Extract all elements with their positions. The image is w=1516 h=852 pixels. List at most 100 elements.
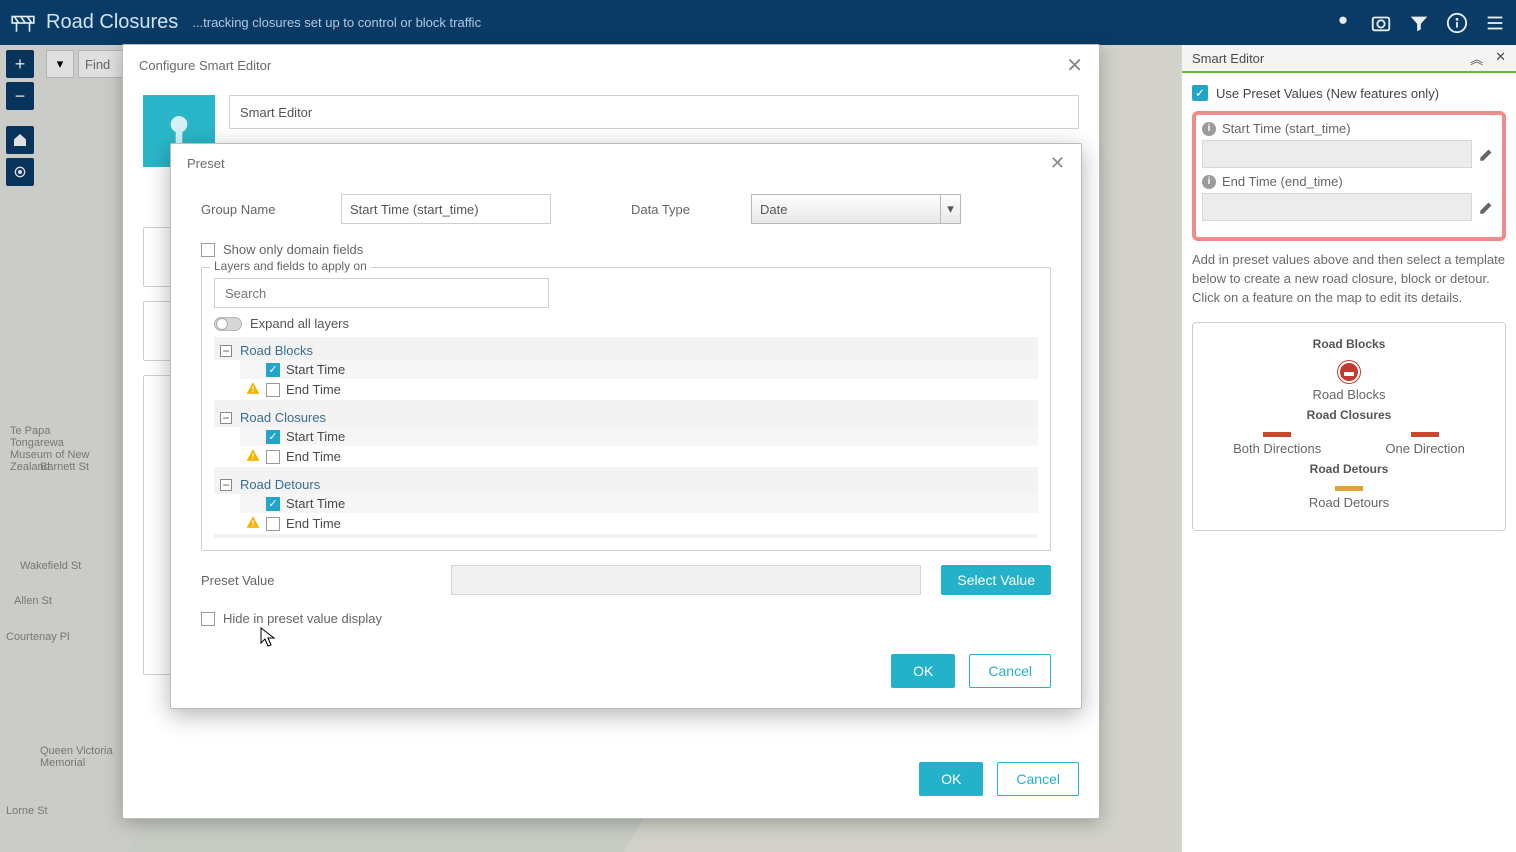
preset-field-input[interactable] [1202,140,1472,168]
preset-dialog: Preset ✕ Group Name Data Type Date ▾ Sho… [170,143,1082,709]
instructions-text: Add in preset values above and then sele… [1192,251,1506,308]
smart-editor-panel: Smart Editor ︽ ✕ ✓ Use Preset Values (Ne… [1181,45,1516,852]
info-icon[interactable]: i [1202,122,1216,136]
preset-field-start-time: i Start Time (start_time) [1202,121,1496,168]
warning-icon [246,515,260,532]
ok-button[interactable]: OK [919,762,983,796]
field-label: Start Time [286,496,345,511]
template-label: Road Detours [1309,495,1389,510]
collapse-icon[interactable]: − [220,412,232,424]
use-preset-label: Use Preset Values (New features only) [1216,86,1439,101]
field-row[interactable]: End Time [240,379,1038,400]
template-section-title: Road Closures [1201,408,1497,422]
close-icon[interactable]: ✕ [1050,153,1065,174]
field-label: End Time [286,382,341,397]
warning-icon [246,448,260,465]
show-domain-checkbox[interactable]: Show only domain fields [201,242,1051,257]
preset-field-label: End Time (end_time) [1222,174,1343,189]
field-label: Start Time [286,429,345,444]
hide-in-display-checkbox[interactable]: Hide in preset value display [201,611,1051,626]
dialog-footer: OK Cancel [171,644,1081,708]
template-label: One Direction [1385,441,1464,456]
preset-value-label: Preset Value [201,573,431,588]
template-label: Both Directions [1233,441,1321,456]
widget-name-input[interactable] [229,95,1079,129]
field-checkbox[interactable]: ✓ [266,363,280,377]
close-icon[interactable]: ✕ [1066,53,1083,78]
field-label: End Time [286,516,341,531]
layer-block: −Road Closures ✓ Start Time End Time [214,404,1038,471]
cursor-icon [260,627,276,647]
preset-value-input[interactable] [451,565,921,595]
dialog-header: Configure Smart Editor ✕ [123,45,1099,85]
closure-line-icon [1263,432,1291,437]
warning-icon [246,381,260,398]
template-section-title: Road Detours [1201,462,1497,476]
checkbox-label: Show only domain fields [223,242,363,257]
dialog-title: Preset [187,156,225,171]
field-row[interactable]: ✓Start Time [240,360,1038,379]
field-row[interactable]: ✓ Start Time [240,494,1038,513]
pin-icon[interactable] [1332,12,1354,34]
app-subtitle: ...tracking closures set up to control o… [192,15,481,30]
checkbox-label: Hide in preset value display [223,611,382,626]
preset-value-row: Preset Value Select Value [201,565,1051,595]
layer-name: Road Detours [240,477,320,492]
layer-header[interactable]: −Road Closures [220,408,1032,427]
expand-all-toggle[interactable]: Expand all layers [214,316,1038,331]
data-type-select[interactable]: Date ▾ [751,194,961,224]
filter-icon[interactable] [1408,12,1430,34]
field-row[interactable]: End Time [240,513,1038,534]
detour-line-icon [1335,486,1363,491]
collapse-icon[interactable]: − [220,479,232,491]
template-road-detours[interactable]: Road Detours [1309,486,1389,510]
template-section-title: Road Blocks [1201,337,1497,351]
field-row[interactable]: End Time [240,446,1038,467]
block-icon [1338,361,1360,383]
app-header: Road Closures ...tracking closures set u… [0,0,1516,45]
info-icon[interactable] [1446,12,1468,34]
field-checkbox[interactable]: ✓ [266,430,280,444]
template-both-directions[interactable]: Both Directions [1233,432,1321,456]
field-row[interactable]: ✓ Start Time [240,427,1038,446]
field-checkbox[interactable] [266,383,280,397]
layer-header[interactable]: −Road Blocks [220,341,1032,360]
layers-fieldset: Layers and fields to apply on Expand all… [201,267,1051,551]
layers-list-icon[interactable] [1484,12,1506,34]
layer-search-input[interactable] [214,278,549,308]
field-checkbox[interactable] [266,517,280,531]
ok-button[interactable]: OK [891,654,955,688]
cancel-button[interactable]: Cancel [969,654,1051,688]
template-road-blocks[interactable]: Road Blocks [1313,361,1386,402]
layer-name: Road Closures [240,410,326,425]
edit-icon[interactable] [1478,198,1496,216]
app-title: Road Closures [46,11,178,34]
field-checkbox[interactable] [266,450,280,464]
layer-block: −Road Detours ✓ Start Time End Time [214,471,1038,538]
select-value-button[interactable]: Select Value [941,565,1051,595]
group-name-input[interactable] [341,194,551,224]
chevron-down-icon: ▾ [940,195,960,223]
use-preset-checkbox[interactable]: ✓ Use Preset Values (New features only) [1192,85,1506,101]
camera-icon[interactable] [1370,12,1392,34]
collapse-icon[interactable]: − [220,345,232,357]
preset-field-label: Start Time (start_time) [1222,121,1351,136]
layer-block: −Road Blocks✓Start TimeEnd Time [214,337,1038,404]
edit-icon[interactable] [1478,145,1496,163]
preset-field-end-time: i End Time (end_time) [1202,174,1496,221]
fieldset-legend: Layers and fields to apply on [210,259,371,273]
data-type-label: Data Type [631,202,711,217]
collapse-icon[interactable]: ︽ [1470,49,1483,68]
cancel-button[interactable]: Cancel [997,762,1079,796]
layer-header[interactable]: −Road Detours [220,475,1032,494]
panel-title: Smart Editor [1192,51,1264,66]
field-checkbox[interactable]: ✓ [266,497,280,511]
template-label: Road Blocks [1313,387,1386,402]
template-one-direction[interactable]: One Direction [1385,432,1464,456]
toggle-label: Expand all layers [250,316,349,331]
layer-name: Road Blocks [240,343,313,358]
template-picker: Road Blocks Road Blocks Road Closures Bo… [1192,322,1506,531]
info-icon[interactable]: i [1202,175,1216,189]
close-icon[interactable]: ✕ [1495,49,1506,68]
preset-field-input[interactable] [1202,193,1472,221]
